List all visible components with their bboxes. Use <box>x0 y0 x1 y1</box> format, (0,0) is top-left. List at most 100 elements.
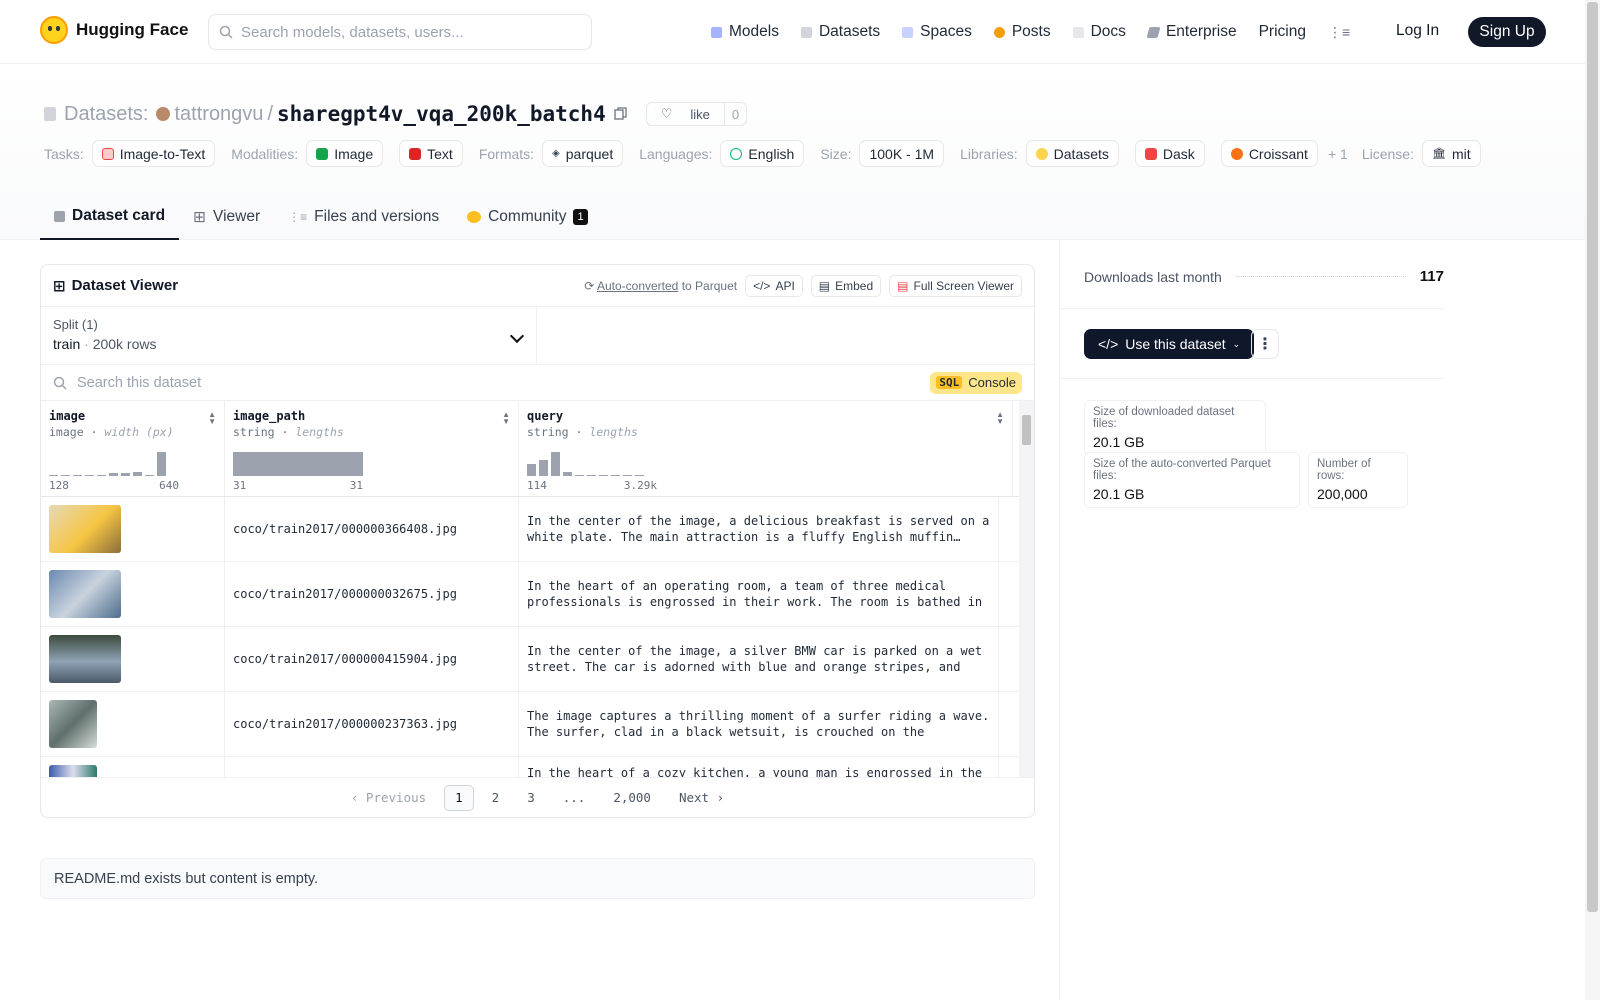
hist-max: 31 <box>349 479 363 492</box>
api-button[interactable]: </> API <box>745 274 803 297</box>
auto-converted-note[interactable]: ⟳ Auto-converted to Parquet <box>584 279 737 293</box>
query-cell[interactable]: In the center of the image, a silver BMW… <box>519 627 999 691</box>
table-row[interactable]: coco/train2017/000000237363.jpg The imag… <box>41 692 1034 757</box>
table-row[interactable]: coco/train2017/000000415904.jpg In the c… <box>41 627 1034 692</box>
table-row[interactable]: In the heart of a cozy kitchen, a young … <box>41 757 1034 777</box>
tag-language[interactable]: English <box>720 140 805 167</box>
license-label: License: <box>1361 145 1414 162</box>
datasets-icon <box>800 26 812 38</box>
login-link[interactable]: Log In <box>1396 22 1439 40</box>
thumbnail[interactable] <box>49 570 121 618</box>
thumbnail[interactable] <box>49 505 121 553</box>
table-scrollbar[interactable] <box>1019 401 1034 777</box>
tab-dataset-card[interactable]: Dataset card <box>40 194 180 240</box>
tab-community[interactable]: Community 1 <box>453 194 602 240</box>
table-header: image image · width (px) ▲ ▼ 128 640 image… <box>41 401 1034 497</box>
split-rows: 200k rows <box>92 336 157 352</box>
nav-enterprise[interactable]: Enterprise <box>1137 23 1248 41</box>
tab-files[interactable]: ⋮≡ Files and versions <box>274 194 453 240</box>
image-path-cell[interactable] <box>225 757 519 777</box>
query-cell[interactable]: In the center of the image, a delicious … <box>519 497 999 561</box>
image-path-cell[interactable]: coco/train2017/000000032675.jpg <box>225 562 519 626</box>
tag-format[interactable]: ◈ parquet <box>542 140 624 167</box>
fullscreen-viewer-button[interactable]: ▤ Full Screen Viewer <box>889 274 1022 297</box>
nav-pricing[interactable]: Pricing <box>1248 23 1317 41</box>
dataset-name[interactable]: sharegpt4v_vqa_200k_batch4 <box>277 102 606 126</box>
sort-icon[interactable]: ▲ ▼ <box>996 411 1004 426</box>
histogram-bar <box>73 475 82 476</box>
page-3-button[interactable]: 3 <box>517 785 545 811</box>
downloads-label: Downloads last month <box>1084 268 1222 285</box>
tab-viewer[interactable]: ⊞ Viewer <box>179 194 274 240</box>
column-header-image[interactable]: image image · width (px) ▲ ▼ 128 640 <box>41 401 225 496</box>
parquet-size-value: 20.1 GB <box>1093 486 1145 502</box>
sort-icon[interactable]: ▲ ▼ <box>502 411 510 426</box>
tag-task[interactable]: Image-to-Text <box>91 140 216 167</box>
histogram-bar <box>61 475 70 476</box>
more-menu-icon[interactable]: ⋮≡ <box>1317 24 1361 41</box>
previous-page-button[interactable]: ‹ Previous <box>341 785 436 811</box>
hist-min: 31 <box>233 479 247 492</box>
image-cell[interactable] <box>41 562 225 626</box>
page-scrollbar-thumb[interactable] <box>1587 2 1598 912</box>
nav-docs[interactable]: Docs <box>1062 23 1137 41</box>
like-button[interactable]: ♡ like 0 <box>645 102 748 126</box>
embed-button[interactable]: ▤ Embed <box>810 274 882 297</box>
text-modality-icon <box>409 147 422 160</box>
image-cell[interactable] <box>41 627 225 691</box>
thumbnail[interactable] <box>49 700 97 748</box>
image-cell[interactable] <box>41 692 225 756</box>
global-search-input[interactable]: Search models, datasets, users... <box>208 14 592 50</box>
dataset-card-icon <box>54 210 65 222</box>
scrollbar-thumb[interactable] <box>1022 415 1031 445</box>
page-scrollbar[interactable] <box>1585 0 1600 1000</box>
last-page-button[interactable]: 2,000 <box>603 785 661 811</box>
tag-modality-text[interactable]: Text <box>399 140 463 167</box>
nav-datasets[interactable]: Datasets <box>790 23 891 41</box>
page-2-button[interactable]: 2 <box>482 785 510 811</box>
split-selector[interactable]: Split (1) train · 200k rows <box>41 307 537 364</box>
column-type: image <box>49 425 84 439</box>
sort-icon[interactable]: ▲ ▼ <box>208 411 216 426</box>
page-1-button[interactable]: 1 <box>444 784 474 811</box>
top-navbar: Hugging Face Search models, datasets, us… <box>0 0 1585 64</box>
query-cell[interactable]: The image captures a thrilling moment of… <box>519 692 999 756</box>
thumbnail[interactable] <box>49 765 97 777</box>
nav-spaces-label: Spaces <box>920 23 972 40</box>
datasets-breadcrumb[interactable]: Datasets: <box>64 103 148 126</box>
column-header-query[interactable]: query string · lengths ▲ ▼ 114 3.29k <box>519 401 1013 496</box>
tag-license[interactable]: 🏛 mit <box>1421 140 1481 167</box>
image-path-cell[interactable]: coco/train2017/000000415904.jpg <box>225 627 519 691</box>
tag-modality-image[interactable]: Image <box>306 140 384 167</box>
tag-lib-croissant[interactable]: Croissant <box>1220 140 1318 167</box>
sql-console-button[interactable]: SQL Console <box>930 371 1022 394</box>
copy-icon[interactable] <box>614 107 628 121</box>
column-header-image-path[interactable]: image_path string · lengths ▲ ▼ 31 31 <box>225 401 519 496</box>
tag-size[interactable]: 100K - 1M <box>859 140 945 167</box>
image-path-cell[interactable]: coco/train2017/000000237363.jpg <box>225 692 519 756</box>
image-cell[interactable] <box>41 757 225 777</box>
more-options-button[interactable]: ⋮ <box>1251 329 1279 359</box>
tag-lib-dask[interactable]: Dask <box>1134 140 1205 167</box>
image-cell[interactable] <box>41 497 225 561</box>
query-cell[interactable]: In the heart of a cozy kitchen, a young … <box>519 757 999 777</box>
spaces-icon <box>902 26 914 38</box>
thumbnail[interactable] <box>49 635 121 683</box>
next-page-button[interactable]: Next › <box>669 785 734 811</box>
table-row[interactable]: coco/train2017/000000032675.jpg In the h… <box>41 562 1034 627</box>
embed-label: Embed <box>835 278 874 293</box>
nav-spaces[interactable]: Spaces <box>891 23 983 41</box>
libraries-more[interactable]: + 1 <box>1328 146 1348 162</box>
signup-button[interactable]: Sign Up <box>1468 17 1546 47</box>
dataset-search-input[interactable]: Search this dataset SQL Console <box>41 365 1034 401</box>
use-dataset-button[interactable]: </> Use this dataset ⌄ <box>1084 329 1255 359</box>
brand-logo[interactable]: Hugging Face <box>40 16 188 44</box>
table-row[interactable]: coco/train2017/000000366408.jpg In the c… <box>41 497 1034 562</box>
owner-link[interactable]: tattrongvu <box>174 103 263 126</box>
query-cell[interactable]: In the heart of an operating room, a tea… <box>519 562 999 626</box>
nav-posts[interactable]: Posts <box>983 23 1062 41</box>
image-path-cell[interactable]: coco/train2017/000000366408.jpg <box>225 497 519 561</box>
auto-converted-link[interactable]: Auto-converted <box>597 279 678 293</box>
tag-lib-datasets[interactable]: Datasets <box>1025 140 1119 167</box>
nav-models[interactable]: Models <box>700 23 790 41</box>
